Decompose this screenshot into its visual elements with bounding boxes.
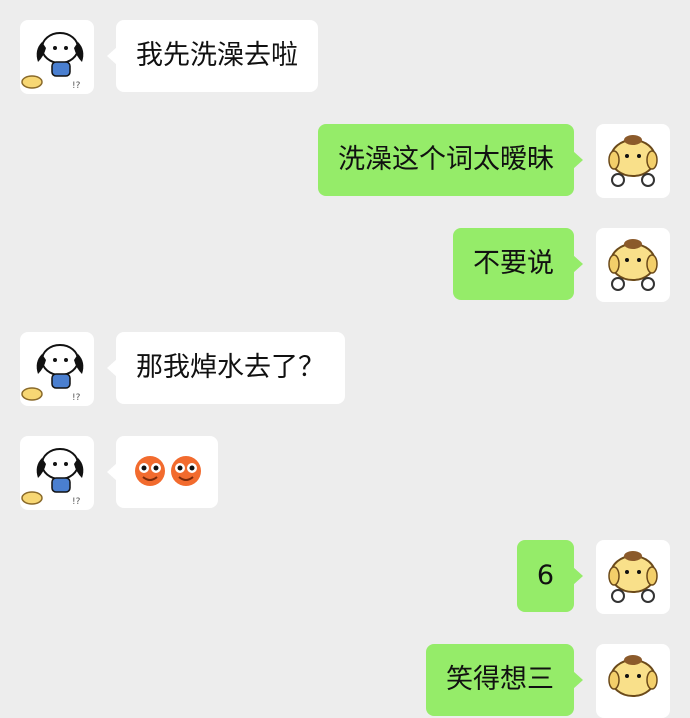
outgoing-message[interactable]: 6 bbox=[516, 540, 584, 612]
pochacco-avatar-icon: !? bbox=[21, 32, 84, 91]
svg-text:!?: !? bbox=[72, 393, 81, 403]
message-text: 我先洗澡去啦 bbox=[136, 40, 298, 71]
emoji-row bbox=[134, 454, 202, 488]
contact-avatar[interactable]: !? bbox=[20, 436, 94, 510]
message-text: 不要说 bbox=[473, 248, 554, 279]
pompompurin-avatar-icon bbox=[608, 655, 658, 697]
svg-text:!?: !? bbox=[72, 81, 81, 91]
outgoing-message[interactable]: 笑得想三 bbox=[426, 644, 583, 716]
grinning-face-emoji-icon bbox=[171, 456, 201, 486]
pochacco-avatar-icon: !? bbox=[21, 448, 84, 507]
contact-avatar[interactable]: !? bbox=[20, 20, 94, 94]
message-text: 笑得想三 bbox=[446, 664, 554, 695]
self-avatar[interactable] bbox=[596, 228, 670, 302]
grinning-face-emoji-icon bbox=[135, 456, 165, 486]
self-avatar[interactable] bbox=[596, 644, 670, 718]
outgoing-message[interactable]: 不要说 bbox=[453, 228, 583, 300]
incoming-message[interactable]: 我先洗澡去啦 bbox=[107, 20, 318, 92]
pompompurin-avatar-icon bbox=[608, 239, 658, 291]
self-avatar[interactable] bbox=[596, 124, 670, 198]
pochacco-avatar-icon: !? bbox=[21, 344, 84, 403]
pompompurin-avatar-icon bbox=[608, 551, 658, 603]
incoming-message[interactable]: 那我焯水去了？ bbox=[107, 332, 345, 404]
chat-thread: !? 我先洗澡去啦 洗澡这个词太暧昧 不要说 !? 那我焯水去了？ !? 6 笑… bbox=[0, 0, 690, 718]
message-text: 6 bbox=[536, 560, 554, 591]
contact-avatar[interactable]: !? bbox=[20, 332, 94, 406]
svg-text:!?: !? bbox=[72, 497, 81, 507]
outgoing-message[interactable]: 洗澡这个词太暧昧 bbox=[318, 124, 583, 196]
pompompurin-avatar-icon bbox=[608, 135, 658, 187]
message-text: 那我焯水去了？ bbox=[136, 352, 325, 383]
message-text: 洗澡这个词太暧昧 bbox=[338, 144, 554, 175]
self-avatar[interactable] bbox=[596, 540, 670, 614]
incoming-emoji-message[interactable] bbox=[107, 436, 218, 508]
